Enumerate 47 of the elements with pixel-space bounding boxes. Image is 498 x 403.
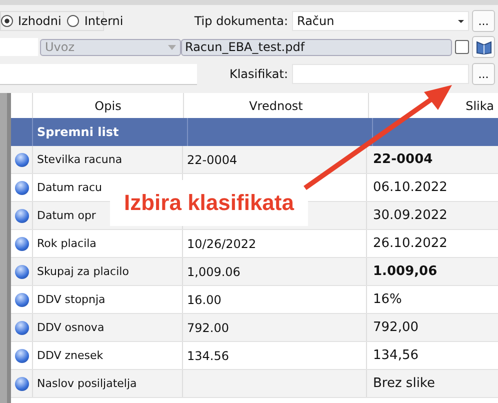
status-icon (14, 320, 28, 334)
document-type-dropdown[interactable]: Račun (292, 11, 469, 31)
status-icon (14, 264, 28, 278)
table-cell: Rok placila (33, 230, 183, 257)
table-cell-text: 06.10.2022 (372, 179, 448, 197)
status-icon (14, 152, 28, 166)
table-cell-text: 30.09.2022 (372, 207, 448, 225)
table-cell: 134.56 (183, 342, 367, 369)
table-cell-text: 22-0004 (372, 151, 434, 169)
table-cell: Stevilka racuna (33, 146, 183, 173)
status-icon (14, 376, 28, 390)
table-cell-text: Brez slike (372, 375, 436, 393)
table-cell: Naslov posiljatelja (33, 370, 183, 397)
status-icon (14, 180, 28, 194)
column-header[interactable]: Slika (369, 93, 498, 118)
checkbox[interactable] (455, 40, 469, 54)
book-button[interactable] (472, 36, 495, 58)
input-field[interactable] (0, 64, 197, 84)
status-icon (14, 236, 28, 250)
table-cell: Skupaj za placilo (33, 258, 183, 285)
browse-button[interactable]: ... (472, 10, 495, 32)
radio-button[interactable]: Izhodni (1, 14, 62, 28)
table-cell: 16.00 (183, 286, 367, 313)
status-icon (14, 348, 28, 362)
classification-field[interactable] (292, 64, 469, 84)
table-cell: 792.00 (183, 314, 367, 341)
classification-label: Klasifikat: (229, 67, 289, 81)
dropdown-arrow-icon (168, 44, 176, 50)
table-cell-text: 134,56 (372, 347, 420, 365)
table-cell: DDV znesek (33, 342, 183, 369)
table-cell-text: 1.009,06 (372, 263, 438, 281)
dropdown-arrow-icon (458, 20, 464, 22)
table-cell: 22-0004 (183, 146, 367, 173)
document-type-label: Tip dokumenta: (194, 14, 289, 28)
status-icon (14, 208, 28, 222)
status-icon (14, 292, 28, 306)
annotation-label: Izbira klasifikata (110, 180, 308, 226)
table-cell: 10/26/2022 (183, 230, 367, 257)
table-cell: 1,009.06 (183, 258, 367, 285)
file-field[interactable]: Racun_EBA_test.pdf (181, 38, 452, 56)
radio-button[interactable]: Interni (67, 14, 124, 28)
table-cell-text: 792,00 (372, 319, 420, 337)
table-cell-text: 16% (372, 291, 403, 309)
table-cell-text: 26.10.2022 (372, 235, 448, 253)
table-cell: DDV stopnja (33, 286, 183, 313)
table-cell: DDV osnova (33, 314, 183, 341)
browse-button[interactable]: ... (472, 63, 495, 85)
